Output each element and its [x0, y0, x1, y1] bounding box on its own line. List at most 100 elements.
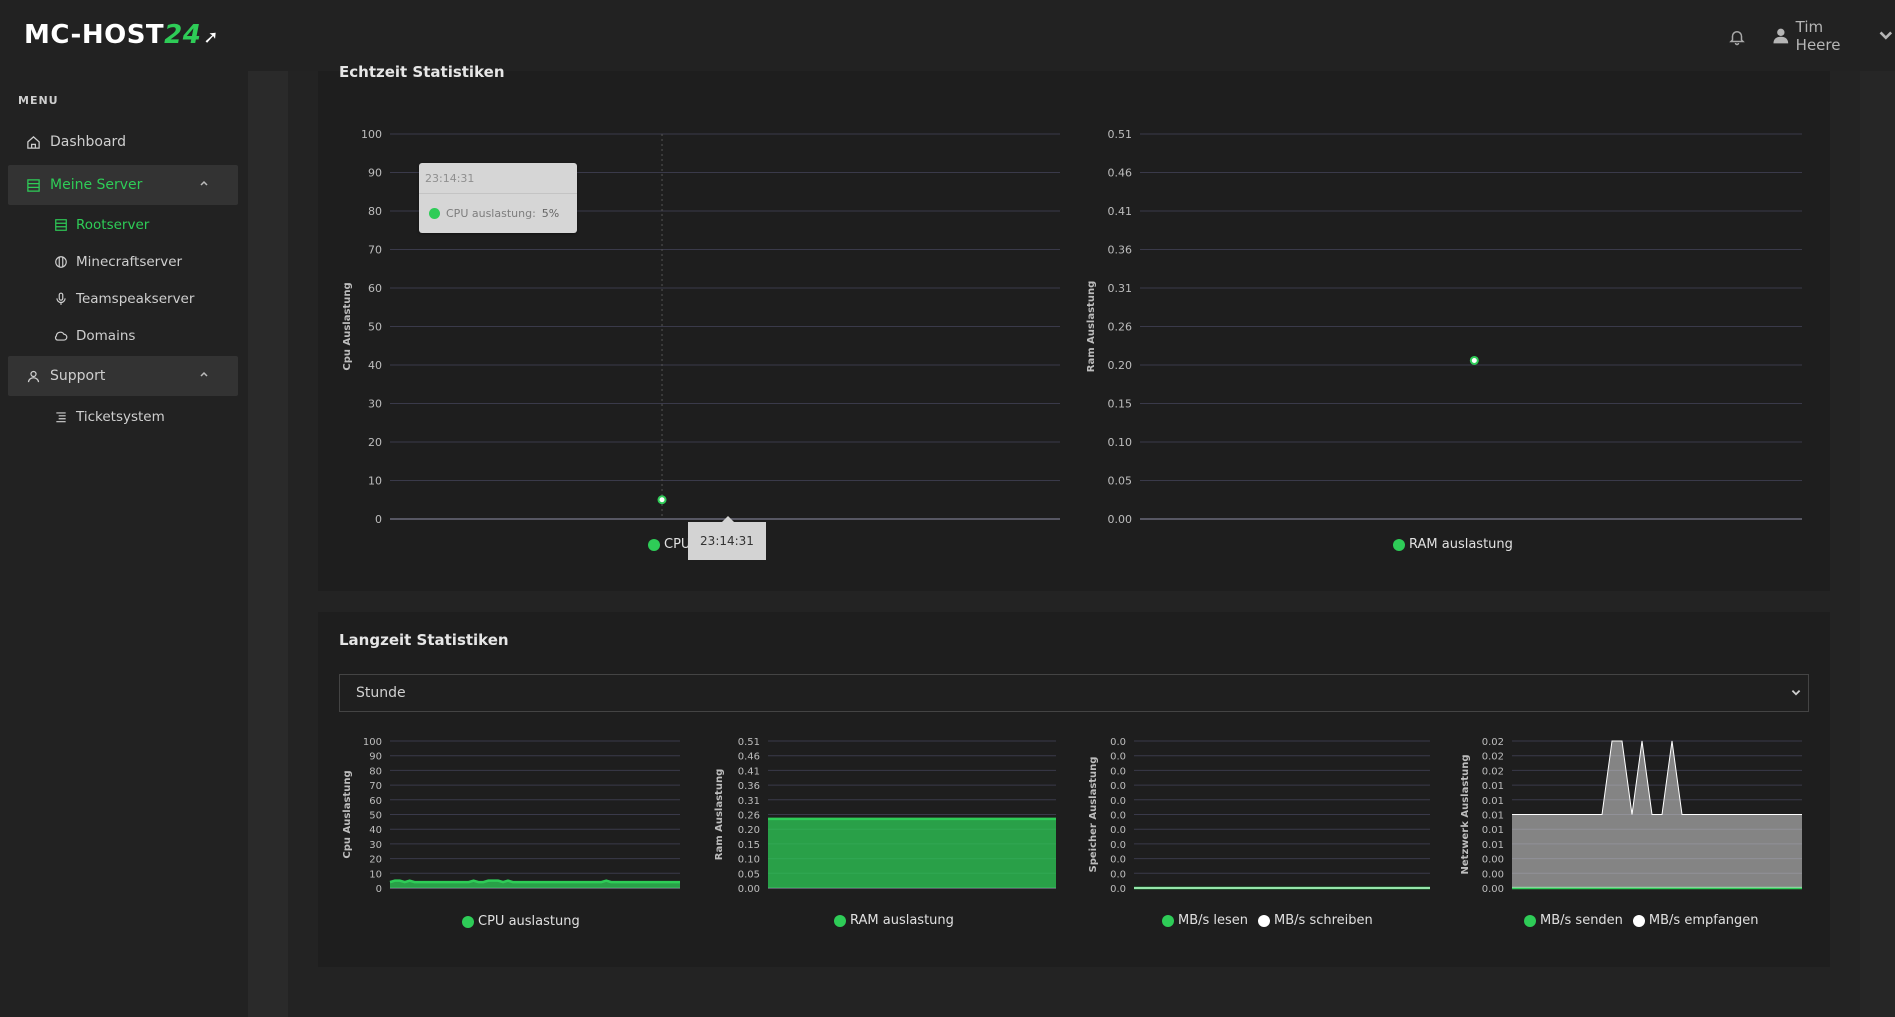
y-tick-label: 30: [368, 398, 382, 411]
y-tick-label: 0.0: [1110, 840, 1126, 851]
legend-dot: [834, 914, 846, 927]
y-tick-label: 0.15: [738, 840, 760, 851]
chevron-down-icon: [1791, 689, 1801, 696]
chart-tooltip: 23:14:31 CPU auslastung: 5%: [419, 163, 577, 233]
y-tick-label: 0.10: [738, 855, 760, 866]
y-tick-label: 0.0: [1110, 869, 1126, 880]
y-axis-title: Ram Auslastung: [714, 769, 725, 860]
sidebar-item-domains[interactable]: Domains: [54, 324, 135, 348]
y-tick-label: 0.0: [1110, 766, 1126, 777]
y-tick-label: 0.0: [1110, 737, 1126, 748]
y-tick-label: 0: [376, 884, 382, 895]
legend-label: MB/s schreiben: [1274, 913, 1373, 928]
y-tick-label: 0.0: [1110, 855, 1126, 866]
logo-accent: 24: [164, 20, 202, 50]
y-tick-label: 0.20: [1108, 359, 1133, 372]
sidebar-item-label: Minecraftserver: [76, 254, 183, 270]
y-tick-label: 0.15: [1108, 398, 1133, 411]
y-tick-label: 0.51: [738, 737, 760, 748]
y-tick-label: 0.01: [1482, 840, 1504, 851]
legend-ram-realtime[interactable]: RAM auslastung: [1393, 537, 1513, 552]
y-tick-label: 40: [369, 825, 382, 836]
y-tick-label: 0.00: [1482, 869, 1504, 880]
legend-label: RAM auslastung: [850, 913, 954, 928]
y-tick-label: 0.02: [1482, 737, 1504, 748]
y-tick-label: 0.01: [1482, 811, 1504, 822]
y-tick-label: 20: [369, 855, 382, 866]
legend-dot: [1524, 914, 1536, 927]
y-tick-label: 10: [369, 869, 382, 880]
y-tick-label: 80: [369, 766, 382, 777]
longterm-ram-chart: 0.51 0.46 0.41 0.36 0.31 0.26 0.20 0.15 0.10 0.05…: [714, 737, 1056, 895]
legend-label: MB/s lesen: [1178, 913, 1249, 928]
sidebar-item-label: Meine Server: [50, 177, 143, 193]
realtime-title: Echtzeit Statistiken: [339, 63, 505, 81]
sidebar-item-teamspeakserver[interactable]: Teamspeakserver: [54, 287, 194, 311]
legend-label: RAM auslastung: [1409, 537, 1513, 552]
top-bar: MC-HOST24 ➚ Tim Heere: [0, 0, 1895, 71]
y-axis-title: Ram Auslastung: [1086, 281, 1097, 372]
sidebar-item-meine-server[interactable]: Meine Server: [8, 165, 238, 205]
tooltip-time: 23:14:31: [425, 172, 475, 185]
y-tick-label: 0.00: [738, 884, 760, 895]
y-tick-label: 0.00: [1482, 855, 1504, 866]
server-icon: [55, 219, 67, 231]
chevron-up-icon: [200, 180, 208, 186]
legend-cpu-longterm[interactable]: CPU auslastung: [462, 914, 580, 929]
bell-icon[interactable]: [1728, 27, 1746, 47]
y-tick-label: 100: [363, 737, 382, 748]
sidebar-item-label: Dashboard: [50, 134, 126, 150]
y-axis-title: Netzwerk Auslastung: [1460, 755, 1471, 875]
y-tick-label: 0.31: [738, 796, 760, 807]
y-tick-label: 60: [368, 282, 382, 295]
user-menu[interactable]: Tim Heere: [1772, 18, 1895, 54]
legend-label: MB/s senden: [1540, 913, 1623, 928]
period-select[interactable]: Stunde: [339, 674, 1809, 712]
user-name: Tim Heere: [1795, 18, 1841, 54]
y-tick-label: 0.0: [1110, 752, 1126, 763]
sidebar-item-label: Support: [50, 368, 106, 384]
sidebar-item-support[interactable]: Support: [8, 356, 238, 396]
legend-label: CPU auslastung: [478, 914, 580, 929]
y-tick-label: 0.26: [1108, 321, 1133, 334]
legend-dot: [1393, 538, 1405, 551]
tooltip-row: CPU auslastung: 5%: [429, 207, 559, 220]
y-tick-label: 0.26: [738, 811, 760, 822]
y-tick-label: 30: [369, 840, 382, 851]
y-tick-label: 0.02: [1482, 752, 1504, 763]
y-tick-label: 50: [369, 811, 382, 822]
series-line: [389, 879, 680, 884]
sidebar-item-dashboard[interactable]: Dashboard: [8, 122, 238, 162]
series-area: [768, 818, 1056, 888]
xaxis-tooltip: 23:14:31: [688, 516, 766, 560]
y-tick-label: 20: [368, 436, 382, 449]
series-line: [1512, 740, 1802, 815]
sidebar-item-minecraftserver[interactable]: Minecraftserver: [54, 250, 182, 274]
sidebar-item-rootserver[interactable]: Rootserver: [54, 213, 149, 237]
y-axis-title: Cpu Auslastung: [342, 282, 353, 370]
data-point: [657, 495, 667, 505]
legend-storage-longterm[interactable]: MB/s lesen MB/s schreiben: [1162, 913, 1373, 928]
y-tick-label: 0.20: [738, 825, 760, 836]
y-tick-label: 80: [368, 205, 382, 218]
y-tick-label: 0: [375, 513, 382, 526]
y-tick-label: 0.0: [1110, 781, 1126, 792]
legend-ram-longterm[interactable]: RAM auslastung: [834, 913, 954, 928]
sidebar-item-ticketsystem[interactable]: Ticketsystem: [54, 405, 165, 429]
realtime-ram-chart: 0.51 0.46 0.41 0.36 0.31 0.26 0.20 0.15 0.10 0.05…: [1086, 128, 1802, 526]
y-tick-label: 50: [368, 321, 382, 334]
y-tick-label: 10: [368, 475, 382, 488]
data-point: [1469, 355, 1479, 365]
right-gutter: [1860, 71, 1895, 1017]
logo[interactable]: MC-HOST24 ➚: [24, 20, 219, 50]
y-tick-label: 0.31: [1108, 282, 1133, 295]
y-tick-label: 0.02: [1482, 766, 1504, 777]
longterm-title: Langzeit Statistiken: [339, 631, 509, 649]
y-tick-label: 0.10: [1108, 436, 1133, 449]
y-tick-label: 100: [361, 128, 382, 141]
logo-text: MC-HOST: [24, 20, 165, 50]
legend-network-longterm[interactable]: MB/s senden MB/s empfangen: [1524, 913, 1759, 928]
y-tick-label: 0.36: [738, 781, 760, 792]
y-tick-label: 0.41: [1108, 205, 1133, 218]
y-tick-label: 0.0: [1110, 884, 1126, 895]
